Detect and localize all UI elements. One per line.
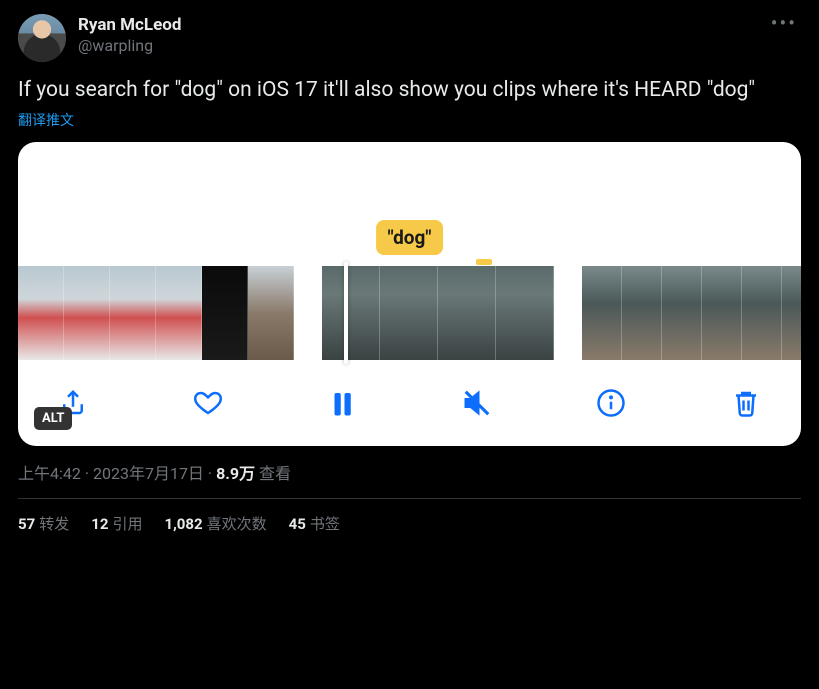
tweet-time[interactable]: 上午4:42 bbox=[18, 464, 81, 483]
thumbnail[interactable] bbox=[248, 266, 294, 360]
tweet-text: If you search for "dog" on iOS 17 it'll … bbox=[18, 76, 801, 104]
playhead[interactable] bbox=[344, 262, 348, 364]
retweets-stat[interactable]: 57转发 bbox=[18, 513, 69, 534]
thumbnail[interactable] bbox=[742, 266, 782, 360]
info-icon[interactable] bbox=[594, 386, 628, 420]
clip-group-3[interactable] bbox=[582, 266, 801, 360]
thumbnail[interactable] bbox=[438, 266, 496, 360]
bookmarks-stat[interactable]: 45书签 bbox=[289, 513, 340, 534]
thumbnail[interactable] bbox=[110, 266, 156, 360]
tweet-container: Ryan McLeod @warpling ••• If you search … bbox=[0, 0, 819, 544]
avatar[interactable] bbox=[18, 14, 66, 62]
tweet-stats: 57转发 12引用 1,082喜欢次数 45书签 bbox=[18, 499, 801, 534]
media-toolbar bbox=[18, 372, 801, 446]
likes-stat[interactable]: 1,082喜欢次数 bbox=[164, 513, 266, 534]
thumbnail[interactable] bbox=[156, 266, 202, 360]
pause-icon[interactable] bbox=[325, 386, 359, 420]
mute-icon[interactable] bbox=[460, 386, 494, 420]
heart-icon[interactable] bbox=[191, 386, 225, 420]
caption-marker bbox=[476, 259, 492, 265]
quotes-stat[interactable]: 12引用 bbox=[91, 513, 142, 534]
tweet-meta: 上午4:42 · 2023年7月17日 · 8.9万 查看 bbox=[18, 460, 801, 499]
clip-group-2[interactable] bbox=[322, 266, 554, 360]
thumbnail[interactable] bbox=[702, 266, 742, 360]
caption-bubble: "dog" bbox=[376, 220, 444, 255]
tweet-header: Ryan McLeod @warpling ••• bbox=[18, 14, 801, 62]
tweet-date[interactable]: 2023年7月17日 bbox=[93, 464, 204, 483]
thumbnail[interactable] bbox=[18, 266, 64, 360]
alt-badge[interactable]: ALT bbox=[34, 407, 72, 430]
clip-group-1[interactable] bbox=[18, 266, 294, 360]
thumbnail[interactable] bbox=[782, 266, 801, 360]
thumbnail[interactable] bbox=[322, 266, 380, 360]
display-name[interactable]: Ryan McLeod bbox=[78, 14, 755, 36]
thumbnail[interactable] bbox=[380, 266, 438, 360]
thumbnail[interactable] bbox=[622, 266, 662, 360]
thumbnail[interactable] bbox=[496, 266, 554, 360]
media-attachment[interactable]: "dog" bbox=[18, 142, 801, 446]
author-names: Ryan McLeod @warpling bbox=[78, 14, 755, 57]
thumbnail[interactable] bbox=[64, 266, 110, 360]
views-count[interactable]: 8.9万 bbox=[216, 464, 255, 483]
views-label: 查看 bbox=[255, 464, 291, 483]
thumbnail[interactable] bbox=[202, 266, 248, 360]
translate-link[interactable]: 翻译推文 bbox=[18, 110, 74, 130]
thumbnail[interactable] bbox=[662, 266, 702, 360]
handle[interactable]: @warpling bbox=[78, 36, 755, 57]
trash-icon[interactable] bbox=[729, 386, 763, 420]
more-icon[interactable]: ••• bbox=[767, 14, 801, 32]
thumbnail[interactable] bbox=[582, 266, 622, 360]
